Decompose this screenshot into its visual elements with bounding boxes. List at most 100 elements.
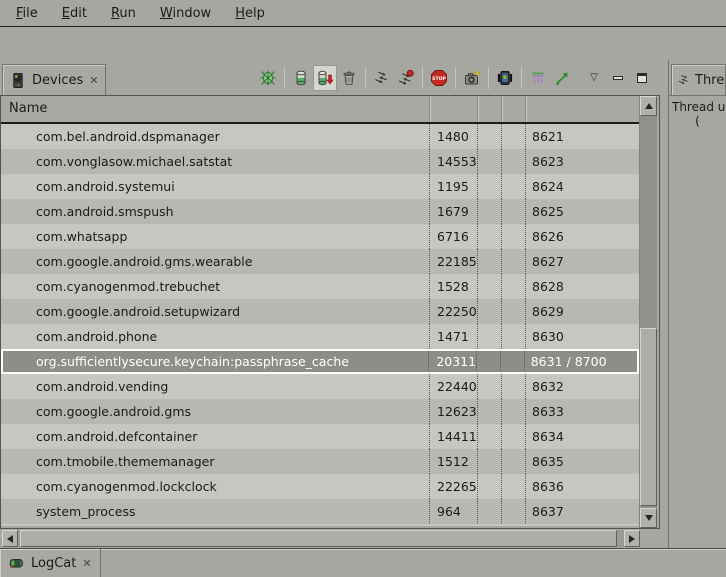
table-row[interactable]: com.google.android.gms.wearable 22185 86… — [1, 249, 639, 274]
process-port: 8633 — [525, 399, 639, 424]
table-row[interactable]: com.whatsapp 6716 8626 — [1, 224, 639, 249]
screen-capture-icon[interactable] — [460, 65, 484, 91]
update-threads-icon[interactable] — [370, 65, 394, 91]
process-port: 8636 — [525, 474, 639, 499]
process-pid: 22185 — [429, 249, 477, 274]
scroll-left-button[interactable] — [2, 530, 18, 547]
process-pid: 964 — [429, 499, 477, 524]
process-pid: 1480 — [429, 124, 477, 149]
menu-window[interactable]: Window — [148, 2, 223, 24]
tab-devices[interactable]: Devices ✕ — [2, 64, 106, 95]
process-pid: 1471 — [429, 324, 477, 349]
process-name: com.google.android.setupwizard — [1, 299, 429, 324]
update-heap-icon[interactable] — [289, 65, 313, 91]
process-col4 — [501, 374, 525, 399]
process-pid: 20311 — [428, 351, 476, 372]
scroll-up-button[interactable] — [640, 96, 657, 116]
table-row[interactable]: com.android.smspush 1679 8625 — [1, 199, 639, 224]
table-row[interactable]: com.bel.android.dspmanager 1480 8621 — [1, 124, 639, 149]
vertical-scroll-track[interactable] — [640, 116, 657, 508]
process-name: com.bel.android.dspmanager — [1, 124, 429, 149]
tab-logcat[interactable]: LogCat ✕ — [0, 549, 101, 577]
threads-message-line2: ( — [669, 114, 726, 128]
process-col4 — [501, 124, 525, 149]
process-name: com.android.phone — [1, 324, 429, 349]
tab-threads[interactable]: Threads — [671, 64, 726, 95]
table-header: Name — [1, 96, 639, 124]
menu-run[interactable]: Run — [99, 2, 148, 24]
toolbar-separator — [521, 67, 522, 89]
process-port: 8635 — [525, 449, 639, 474]
process-col4 — [501, 299, 525, 324]
table-row[interactable]: com.cyanogenmod.lockclock 22265 8636 — [1, 474, 639, 499]
forward-arrow-icon[interactable] — [550, 65, 574, 91]
process-port: 8637 — [525, 499, 639, 524]
menu-file[interactable]: File — [4, 2, 50, 24]
stop-process-icon[interactable]: STOP — [427, 65, 451, 91]
process-pid: 14553 — [429, 149, 477, 174]
process-name: com.android.defcontainer — [1, 424, 429, 449]
process-pid: 12623 — [429, 399, 477, 424]
scroll-down-button[interactable] — [640, 508, 657, 528]
column-header-pid[interactable] — [429, 96, 477, 122]
column-header-4[interactable] — [501, 96, 525, 122]
column-header-name[interactable]: Name — [1, 96, 429, 122]
table-row[interactable]: com.android.systemui 1195 8624 — [1, 174, 639, 199]
table-row[interactable]: com.android.vending 22440 8632 — [1, 374, 639, 399]
allocation-tracker-icon[interactable] — [526, 65, 550, 91]
view-menu-icon[interactable]: ▽ — [582, 65, 606, 91]
vertical-scroll-thumb[interactable] — [640, 328, 657, 506]
minimize-icon[interactable] — [606, 65, 630, 91]
table-row[interactable]: com.google.android.gms 12623 8633 — [1, 399, 639, 424]
process-pid: 1679 — [429, 199, 477, 224]
devices-view: Devices ✕ — [0, 60, 660, 548]
process-name: com.tmobile.thememanager — [1, 449, 429, 474]
process-name: com.vonglasow.michael.satstat — [1, 149, 429, 174]
process-col4 — [501, 224, 525, 249]
menu-edit[interactable]: Edit — [50, 2, 99, 24]
horizontal-scroll-area — [0, 529, 660, 548]
close-icon[interactable]: ✕ — [82, 558, 91, 569]
toolbar-separator — [455, 67, 456, 89]
process-port: 8628 — [525, 274, 639, 299]
table-row[interactable]: com.vonglasow.michael.satstat 14553 8623 — [1, 149, 639, 174]
table-row[interactable]: system_process 964 8637 — [1, 499, 639, 524]
process-col3 — [477, 224, 501, 249]
process-col3 — [477, 274, 501, 299]
main-toolbar — [0, 27, 726, 60]
screen-record-icon[interactable] — [493, 65, 517, 91]
table-row[interactable]: com.cyanogenmod.trebuchet 1528 8628 — [1, 274, 639, 299]
logcat-icon — [8, 555, 25, 571]
process-name: com.google.android.gms.wearable — [1, 249, 429, 274]
threads-icon — [677, 73, 691, 87]
table-row[interactable]: com.google.android.setupwizard 22250 862… — [1, 299, 639, 324]
process-col4 — [501, 399, 525, 424]
dump-hprof-icon[interactable] — [313, 65, 337, 91]
table-row[interactable]: com.android.phone 1471 8630 — [1, 324, 639, 349]
tab-threads-label: Threads — [695, 73, 726, 88]
process-col4 — [501, 174, 525, 199]
vertical-scrollbar[interactable] — [639, 96, 657, 528]
column-header-3[interactable] — [477, 96, 501, 122]
process-col3 — [477, 324, 501, 349]
table-row[interactable]: org.sufficientlysecure.keychain:passphra… — [1, 349, 639, 374]
column-header-port[interactable] — [525, 96, 639, 122]
tab-devices-label: Devices — [32, 73, 83, 88]
start-method-profiling-icon[interactable] — [394, 65, 418, 91]
scroll-right-button[interactable] — [624, 530, 640, 547]
process-pid: 14411 — [429, 424, 477, 449]
process-col3 — [477, 199, 501, 224]
process-pid: 1512 — [429, 449, 477, 474]
maximize-icon[interactable] — [630, 65, 654, 91]
panel-sash[interactable] — [660, 60, 668, 548]
debug-icon[interactable] — [256, 65, 280, 91]
menu-help[interactable]: Help — [223, 2, 277, 24]
cause-gc-icon[interactable] — [337, 65, 361, 91]
close-icon[interactable]: ✕ — [89, 75, 98, 86]
process-port: 8621 — [525, 124, 639, 149]
process-col4 — [501, 199, 525, 224]
table-row[interactable]: com.tmobile.thememanager 1512 8635 — [1, 449, 639, 474]
horizontal-scroll-thumb[interactable] — [20, 530, 617, 547]
table-row[interactable]: com.android.defcontainer 14411 8634 — [1, 424, 639, 449]
horizontal-scrollbar[interactable] — [2, 530, 640, 547]
